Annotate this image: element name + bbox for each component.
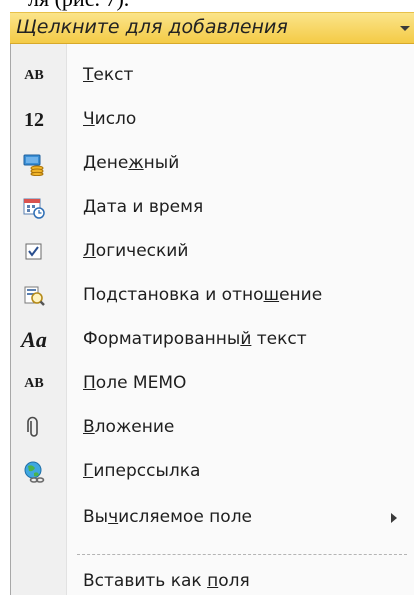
menu-item-hyperlink[interactable]: Гиперссылка (11, 450, 414, 494)
menu-item-label: Вставить как поля (83, 571, 250, 591)
menu-item-label: Вычисляемое поле (83, 507, 253, 527)
menu-item-label: Логический (83, 241, 189, 261)
currency-icon (21, 152, 47, 176)
menu-item-memo[interactable]: AB Поле МЕМО (11, 362, 414, 406)
menu-item-paste-as-fields[interactable]: Вставить как поля (11, 560, 414, 604)
menu-item-attachment[interactable]: Вложение (11, 406, 414, 450)
formatted-text-icon: Aa (21, 327, 47, 352)
menu-separator (77, 554, 407, 555)
menu-item-number[interactable]: 12 Число (11, 98, 414, 142)
menu-item-label: Текст (83, 65, 134, 85)
menu-item-label: Денежный (83, 153, 180, 173)
menu-item-label: Форматированный текст (83, 329, 307, 349)
number-12-icon: 12 (24, 108, 44, 131)
lookup-icon (21, 284, 47, 308)
menu-item-logical[interactable]: Логический (11, 230, 414, 274)
document-text: ля (рис. 7). (28, 0, 129, 12)
menu-item-label: Поле МЕМО (83, 373, 187, 393)
menu-item-calculated-field[interactable]: Вычисляемое поле (11, 496, 414, 540)
field-type-menu: AB Текст 12 Число Денежный Дата и время … (10, 44, 414, 595)
checkbox-icon (21, 240, 47, 264)
menu-item-text[interactable]: AB Текст (11, 54, 414, 98)
memo-ab-icon: AB (24, 376, 44, 391)
submenu-arrow-icon (391, 513, 397, 523)
menu-item-currency[interactable]: Денежный (11, 142, 414, 186)
calendar-icon (21, 196, 47, 220)
menu-item-label: Подстановка и отношение (83, 285, 323, 305)
attachment-icon (21, 416, 47, 440)
add-field-header[interactable]: Щелкните для добавления (10, 12, 414, 44)
menu-item-label: Число (83, 109, 137, 129)
menu-item-formatted-text[interactable]: Aa Форматированный текст (11, 318, 414, 362)
text-ab-icon: AB (24, 68, 44, 83)
dropdown-arrow-icon[interactable] (398, 21, 412, 35)
menu-item-label: Вложение (83, 417, 175, 437)
hyperlink-icon (21, 460, 47, 484)
menu-item-lookup[interactable]: Подстановка и отношение (11, 274, 414, 318)
header-label: Щелкните для добавления (16, 16, 288, 38)
menu-item-label: Гиперссылка (83, 461, 201, 481)
menu-item-label: Дата и время (83, 197, 204, 217)
menu-item-date-time[interactable]: Дата и время (11, 186, 414, 230)
